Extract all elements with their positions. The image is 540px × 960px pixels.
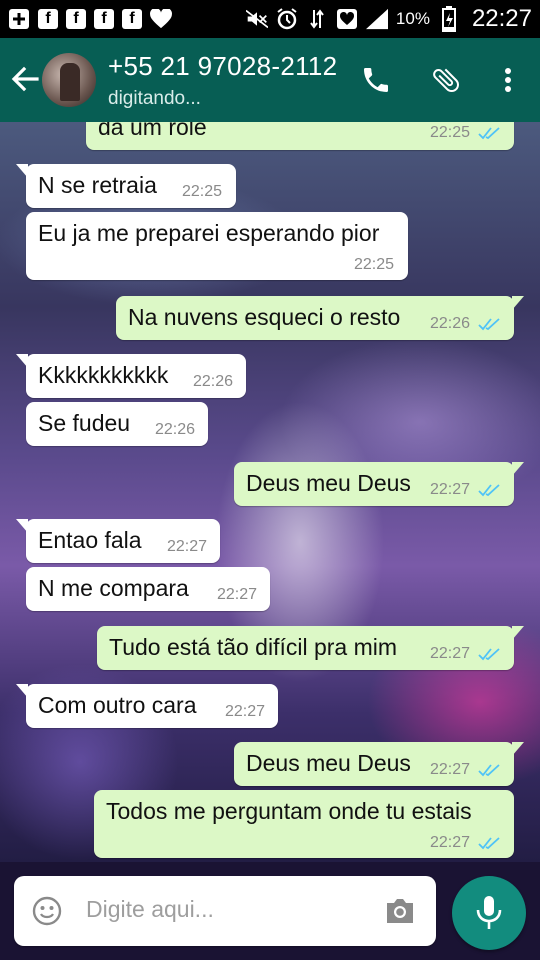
message-time: 22:26: [155, 421, 196, 438]
message-text: N me compara: [38, 575, 189, 601]
typing-status: digitando...: [108, 88, 201, 109]
message-incoming[interactable]: N me compara 22:27: [26, 567, 270, 611]
message-text: Eu ja me preparei esperando pior: [38, 220, 380, 246]
message-time: 22:26: [193, 373, 234, 390]
emoji-icon[interactable]: [32, 896, 62, 926]
heart-icon: [150, 8, 172, 30]
facebook-icon: f: [94, 9, 114, 29]
message-time: 22:27: [430, 481, 471, 498]
alarm-icon: [276, 8, 298, 30]
mute-icon: [245, 8, 268, 30]
message-time: 22:25: [182, 183, 223, 200]
microphone-icon: [476, 896, 502, 929]
read-ticks-icon: [478, 484, 500, 497]
battery-icon: [438, 6, 460, 32]
message-text: Entao fala: [38, 527, 142, 553]
facebook-icon: f: [66, 9, 86, 29]
paperclip-icon[interactable]: [430, 64, 462, 96]
message-outgoing[interactable]: Tudo está tão difícil pra mim 22:27: [97, 626, 524, 670]
message-outgoing[interactable]: Deus meu Deus 22:27: [234, 742, 524, 786]
message-outgoing[interactable]: Na nuvens esqueci o resto 22:26: [116, 296, 524, 340]
message-time: 22:27: [430, 761, 471, 778]
message-outgoing[interactable]: Deus meu Deus 22:27: [234, 462, 524, 506]
message-time: 22:27: [225, 703, 266, 720]
message-incoming[interactable]: Eu ja me preparei esperando pior 22:25: [26, 212, 408, 280]
message-outgoing[interactable]: Todos me perguntam onde tu estais 22:27: [94, 790, 514, 858]
read-ticks-icon: [478, 648, 500, 661]
data-arrows-icon: [306, 8, 328, 30]
camera-icon[interactable]: [384, 896, 416, 926]
message-time: 22:26: [430, 315, 471, 332]
contact-name[interactable]: +55 21 97028-2112: [108, 51, 337, 82]
message-text: Kkkkkkkkkkk: [38, 362, 169, 388]
message-input[interactable]: Digite aqui...: [86, 896, 214, 923]
facebook-icon: f: [122, 9, 142, 29]
phone-icon[interactable]: [360, 64, 392, 96]
message-text: N se retraia: [38, 172, 157, 198]
message-time: 22:27: [217, 586, 258, 603]
read-ticks-icon: [478, 764, 500, 777]
message-outgoing[interactable]: da um role 22:25: [86, 122, 514, 150]
read-ticks-icon: [478, 318, 500, 331]
chat-header: +55 21 97028-2112 digitando...: [0, 38, 540, 122]
message-text: Se fudeu: [38, 410, 131, 436]
message-incoming[interactable]: Com outro cara 22:27: [16, 684, 278, 728]
signal-icon: [365, 8, 388, 30]
message-text: da um role: [98, 122, 207, 140]
message-composer[interactable]: Digite aqui...: [14, 876, 436, 946]
read-ticks-icon: [478, 837, 500, 850]
message-text: Deus meu Deus: [246, 470, 411, 496]
chat-area[interactable]: da um role 22:25 N se retraia 22:25 Eu j…: [0, 122, 540, 862]
battery-percent: 10%: [395, 9, 430, 28]
message-time: 22:27: [430, 645, 471, 662]
message-time: 22:25: [430, 124, 471, 141]
message-time: 22:25: [354, 256, 395, 273]
clock: 22:27: [471, 5, 532, 32]
message-text: Na nuvens esqueci o resto: [128, 304, 401, 330]
message-incoming[interactable]: Se fudeu 22:26: [26, 402, 208, 446]
status-bar: f f f f 10% 22:27: [0, 0, 540, 38]
read-ticks-icon: [478, 127, 500, 140]
message-text: Tudo está tão difícil pra mim: [109, 634, 398, 660]
message-time: 22:27: [167, 538, 208, 555]
back-arrow-icon[interactable]: [10, 64, 40, 94]
voice-record-button[interactable]: [452, 876, 526, 950]
heart-icon: [336, 8, 358, 30]
message-text: Deus meu Deus: [246, 750, 411, 776]
message-time: 22:27: [430, 834, 471, 851]
avatar[interactable]: [42, 53, 96, 107]
message-text: Todos me perguntam onde tu estais: [106, 798, 472, 824]
more-vert-icon[interactable]: [492, 64, 524, 96]
facebook-icon: f: [38, 9, 58, 29]
message-incoming[interactable]: N se retraia 22:25: [16, 164, 236, 208]
message-incoming[interactable]: Kkkkkkkkkkk 22:26: [16, 354, 246, 398]
message-text: Com outro cara: [38, 692, 197, 718]
message-incoming[interactable]: Entao fala 22:27: [16, 519, 220, 563]
plus-box-icon: [8, 8, 30, 30]
